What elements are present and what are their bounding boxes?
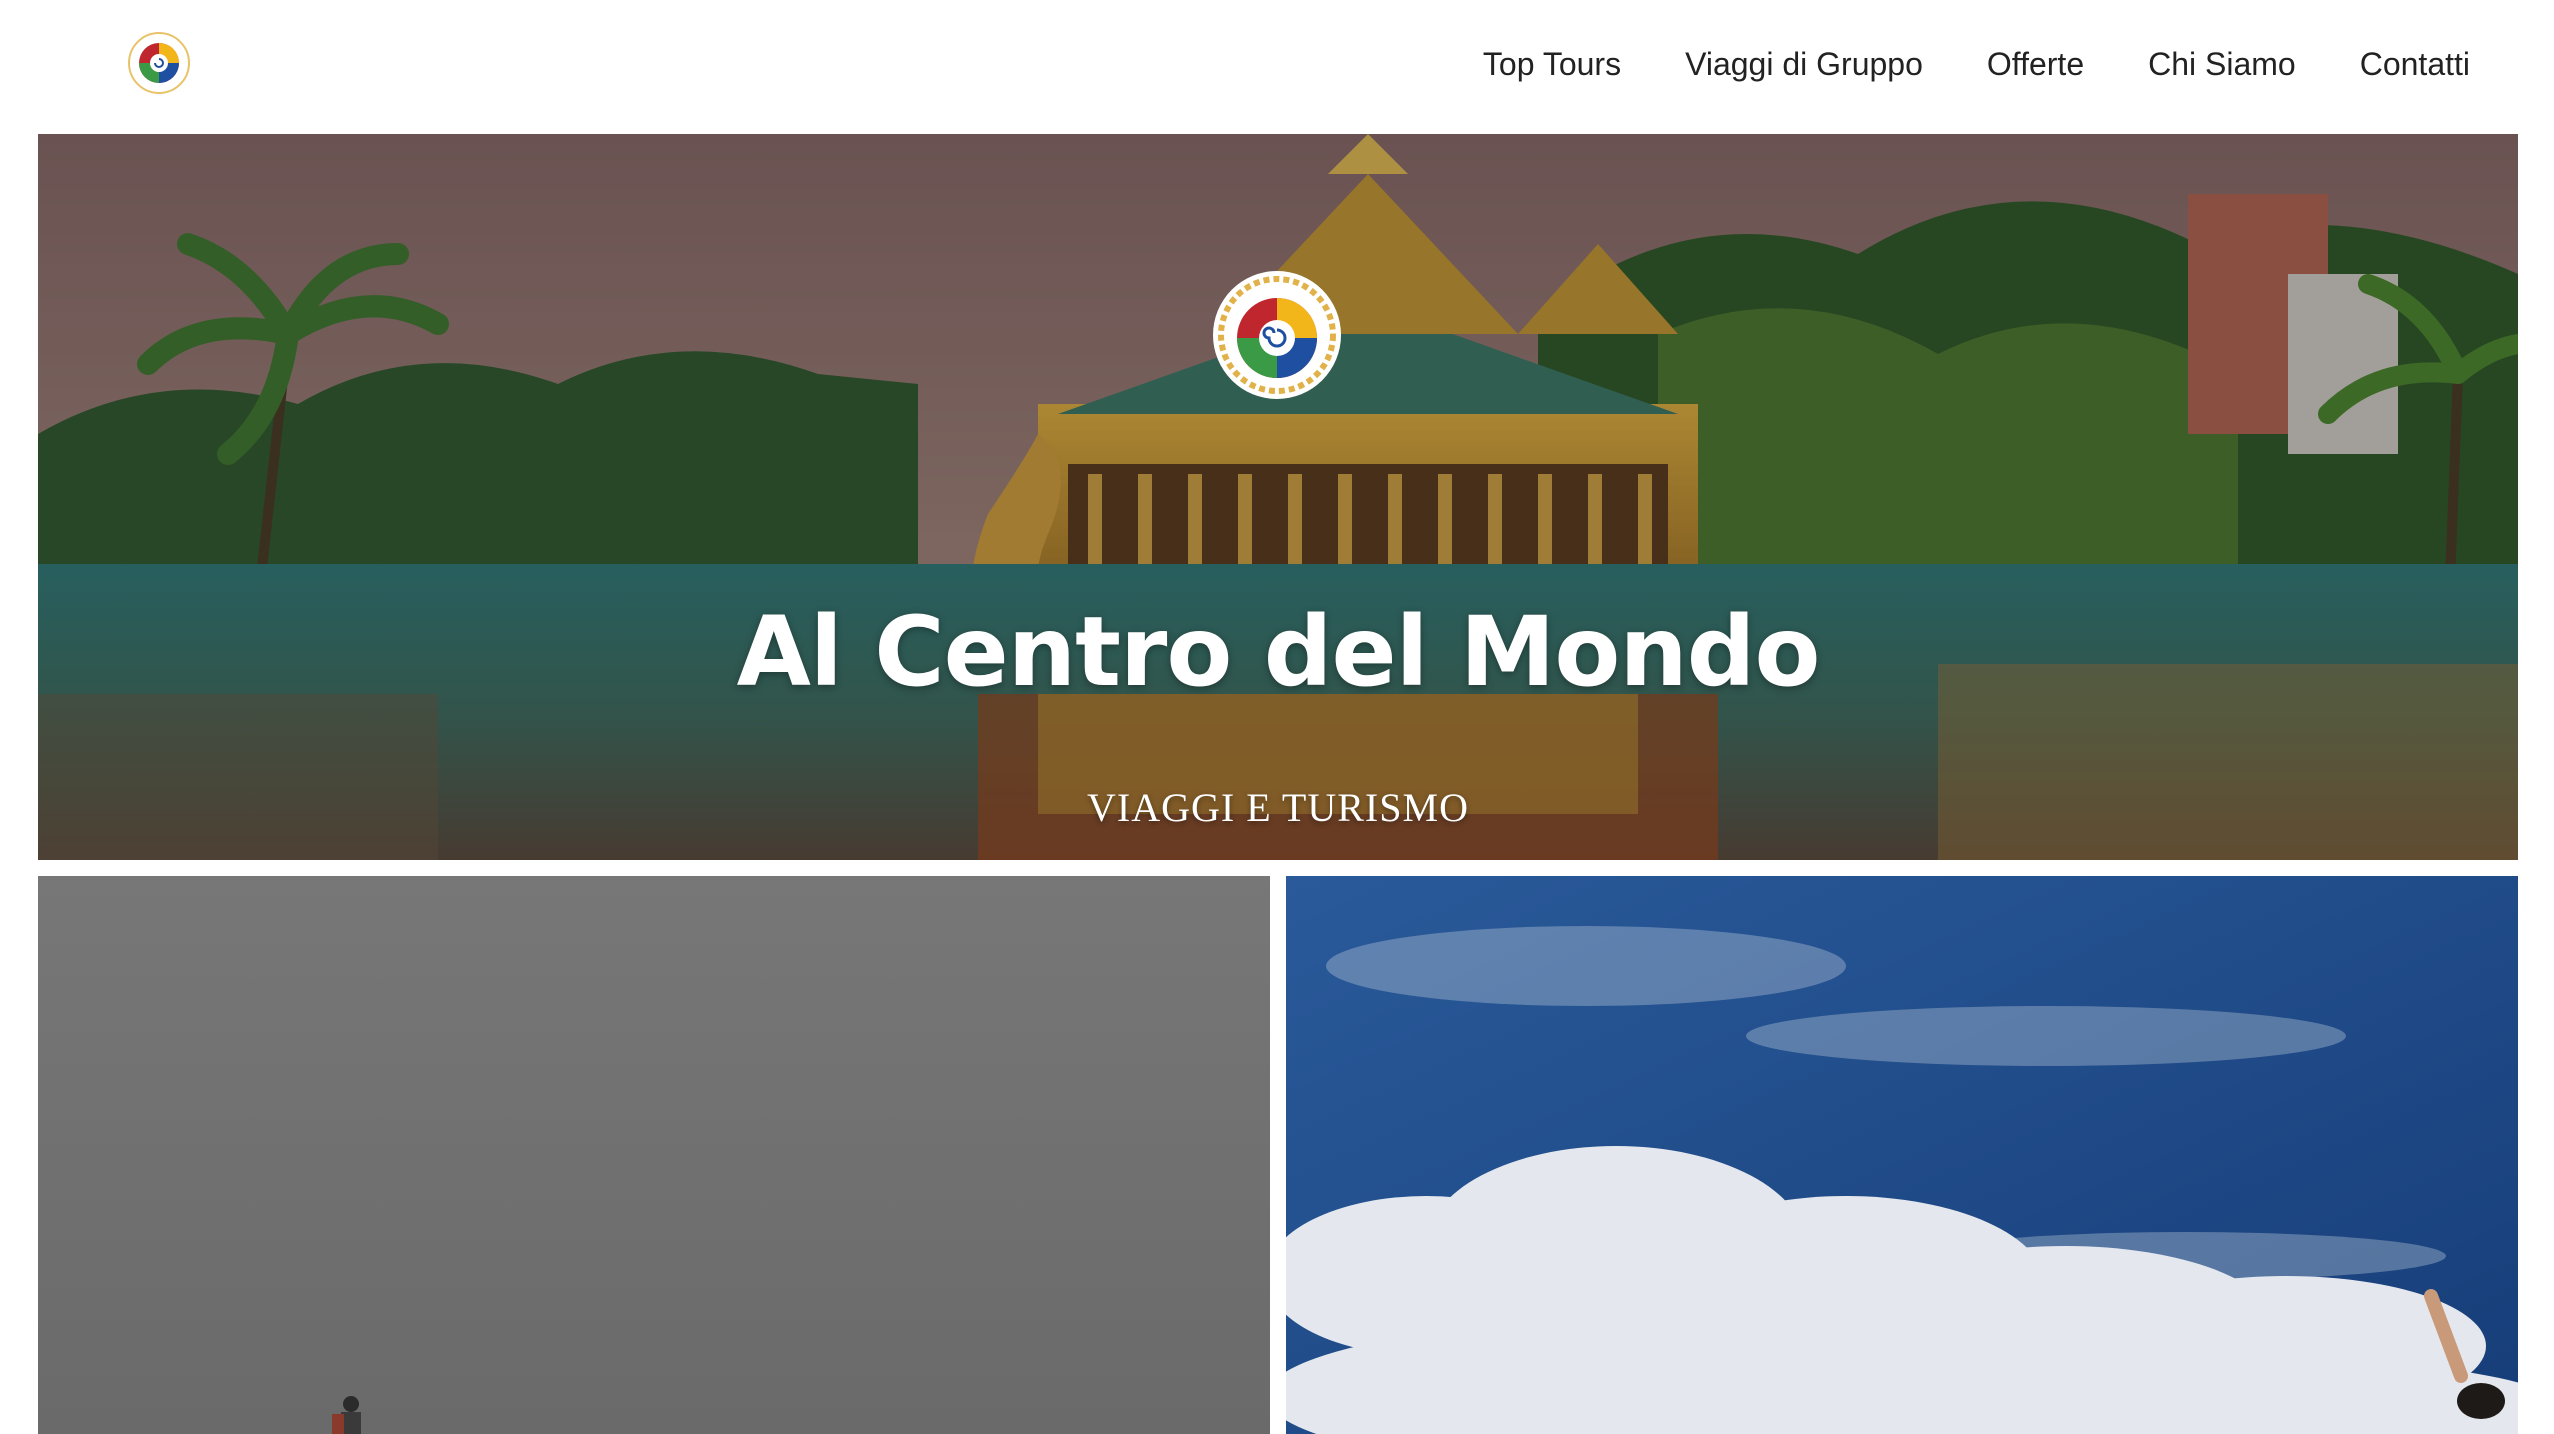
nav-offerte[interactable]: Offerte [1987, 40, 2084, 88]
hero-dark-overlay [38, 134, 2518, 860]
nav-chi-siamo[interactable]: Chi Siamo [2148, 40, 2296, 88]
tour-card-sky[interactable] [1286, 876, 2518, 1434]
hero-subtitle: VIAGGI E TURISMO [1087, 785, 1469, 830]
nav-contatti[interactable]: Contatti [2360, 40, 2470, 88]
nav-viaggi-di-gruppo[interactable]: Viaggi di Gruppo [1685, 40, 1923, 88]
site-logo-icon[interactable] [126, 28, 192, 98]
spiral-logo-icon [1210, 268, 1344, 402]
misty-hiker-photo [38, 876, 1270, 1434]
blue-sky-clouds-photo [1286, 876, 2518, 1434]
nav-top-tours[interactable]: Top Tours [1483, 40, 1621, 88]
main-nav: Top Tours Viaggi di Gruppo Offerte Chi S… [1419, 40, 2470, 88]
hero-title: Al Centro del Mondo [736, 596, 1821, 708]
hero-banner: Al Centro del Mondo VIAGGI E TURISMO [38, 134, 2518, 860]
tour-card-misty[interactable] [38, 876, 1270, 1434]
site-header: Top Tours Viaggi di Gruppo Offerte Chi S… [0, 0, 2554, 134]
